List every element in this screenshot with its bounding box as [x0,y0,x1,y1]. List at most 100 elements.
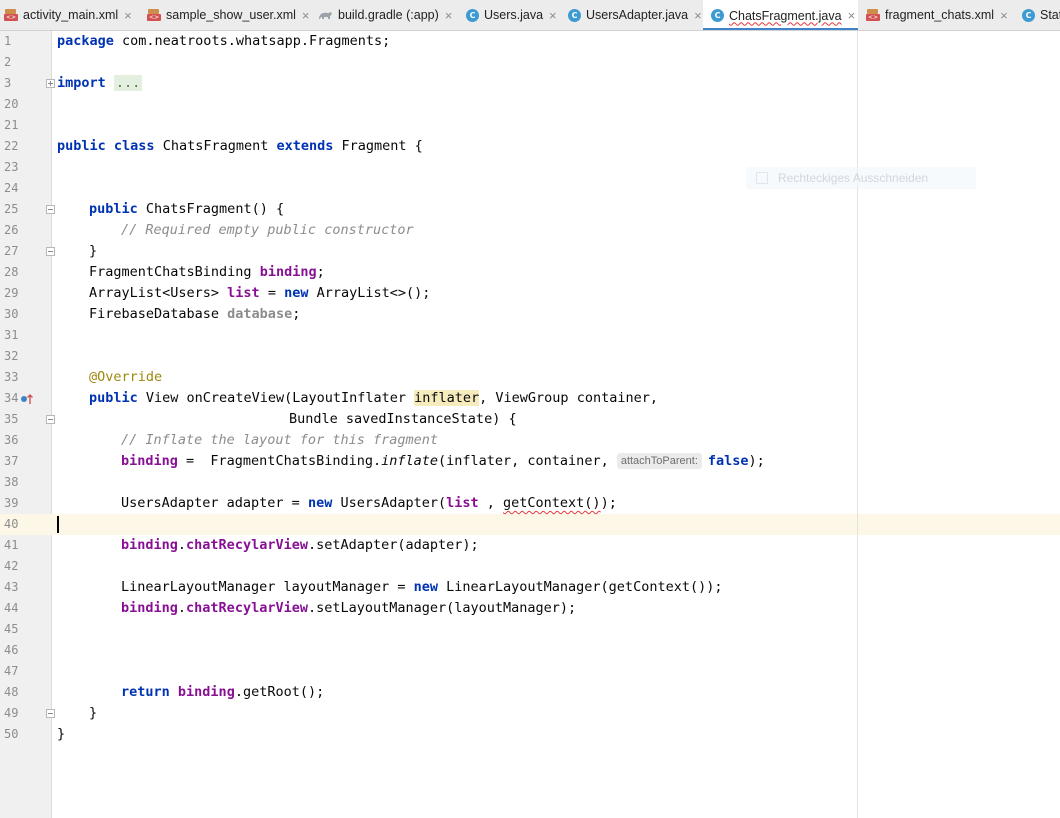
code-line: } [89,243,98,259]
tab-label: sample_show_user.xml [166,8,296,22]
java-class-icon: C [466,8,479,22]
line-number: 50 [4,727,19,741]
code-line: public ChatsFragment() { [89,201,285,217]
line-number: 33 [4,370,19,384]
tab-fragment-chats-xml[interactable]: <> fragment_chats.xml × [866,0,1008,30]
current-line-highlight [0,514,1060,535]
code-line: LinearLayoutManager layoutManager = new … [121,579,723,595]
line-number: 28 [4,265,19,279]
tab-label: Users.java [484,8,544,22]
line-number: 29 [4,286,19,300]
line-number: 26 [4,223,19,237]
line-number: 46 [4,643,19,657]
line-number: 24 [4,181,19,195]
code-line: import ... [57,75,143,91]
close-icon[interactable]: × [1000,8,1008,23]
code-line: binding = FragmentChatsBinding.inflate(i… [121,453,765,469]
close-icon[interactable]: × [445,8,453,23]
code-line: // Inflate the layout for this fragment [121,432,438,448]
gradle-icon [319,12,332,19]
close-icon[interactable]: × [124,8,132,23]
line-number: 37 [4,454,19,468]
line-number: 43 [4,580,19,594]
code-line: @Override [89,369,163,385]
line-number: 30 [4,307,19,321]
rectangular-cut-tooltip: Rechteckiges Ausschneiden [746,167,976,189]
line-number: 21 [4,118,19,132]
line-number: 39 [4,496,19,510]
code-line: FragmentChatsBinding binding; [89,264,325,280]
text-cursor [57,516,59,533]
code-line: binding.chatRecylarView.setLayoutManager… [121,600,577,616]
close-icon[interactable]: × [848,8,856,23]
rectangle-icon [756,172,768,184]
tab-label: activity_main.xml [23,8,119,22]
tab-sample-show-user-xml[interactable]: <> sample_show_user.xml × [147,0,310,30]
xml-file-icon: <> [4,9,18,21]
java-class-icon: C [711,9,724,22]
override-method-icon[interactable] [20,393,34,405]
right-margin-guide [857,31,858,818]
code-line: binding.chatRecylarView.setAdapter(adapt… [121,537,479,553]
collapsed-imports[interactable]: ... [113,75,143,91]
code-line: // Required empty public constructor [121,222,414,238]
fold-end-icon[interactable] [46,247,55,256]
line-number: 32 [4,349,19,363]
close-icon[interactable]: × [549,8,557,23]
java-class-icon: C [568,8,581,22]
tab-users-java[interactable]: C Users.java × [466,0,557,30]
tab-stat[interactable]: C Stat [1022,0,1060,30]
xml-file-icon: <> [147,9,161,21]
code-line: package com.neatroots.whatsapp.Fragments… [57,33,391,49]
line-number: 41 [4,538,19,552]
line-number: 48 [4,685,19,699]
line-number: 22 [4,139,19,153]
close-icon[interactable]: × [302,8,310,23]
line-number: 40 [4,517,19,531]
code-line: UsersAdapter adapter = new UsersAdapter(… [121,495,617,511]
line-number: 31 [4,328,19,342]
code-line: FirebaseDatabase database; [89,306,301,322]
code-line: } [89,705,98,721]
code-line: public class ChatsFragment extends Fragm… [57,138,423,154]
line-number: 27 [4,244,19,258]
fold-imports-icon[interactable] [46,79,55,88]
line-number: 1 [4,34,12,48]
fold-method-icon[interactable] [46,415,55,424]
line-number: 49 [4,706,19,720]
code-line: ArrayList<Users> list = new ArrayList<>(… [89,285,431,301]
tab-label: build.gradle (:app) [338,8,439,22]
line-number: 35 [4,412,19,426]
line-number: 2 [4,55,12,69]
tooltip-label: Rechteckiges Ausschneiden [778,171,929,185]
tab-label: UsersAdapter.java [586,8,689,22]
line-number: 23 [4,160,19,174]
code-line: return binding.getRoot(); [121,684,325,700]
xml-file-icon: <> [866,9,880,21]
code-line: } [57,726,66,742]
tab-label: ChatsFragment.java [729,8,842,23]
line-number: 42 [4,559,19,573]
close-icon[interactable]: × [694,8,702,23]
tab-build-gradle[interactable]: build.gradle (:app) × [317,0,452,30]
line-number: 38 [4,475,19,489]
code-line: public View onCreateView(LayoutInflater … [89,390,658,406]
tab-chats-fragment-java[interactable]: C ChatsFragment.java × [703,0,858,30]
fold-constructor-icon[interactable] [46,205,55,214]
code-line: Bundle savedInstanceState) { [289,411,517,427]
tab-activity-main-xml[interactable]: <> activity_main.xml × [4,0,132,30]
line-number: 36 [4,433,19,447]
tab-label: Stat [1040,8,1060,22]
tab-label: fragment_chats.xml [885,8,995,22]
error-highlight: getContext() [503,495,601,511]
line-number: 20 [4,97,19,111]
line-number: 47 [4,664,19,678]
highlighted-parameter: inflater [414,390,480,406]
line-number: 44 [4,601,19,615]
fold-end-icon[interactable] [46,709,55,718]
editor-tab-bar: <> activity_main.xml × <> sample_show_us… [0,0,1060,31]
tab-users-adapter-java[interactable]: C UsersAdapter.java × [568,0,702,30]
parameter-hint: attachToParent: [616,453,702,469]
line-number: 25 [4,202,19,216]
line-number: 45 [4,622,19,636]
